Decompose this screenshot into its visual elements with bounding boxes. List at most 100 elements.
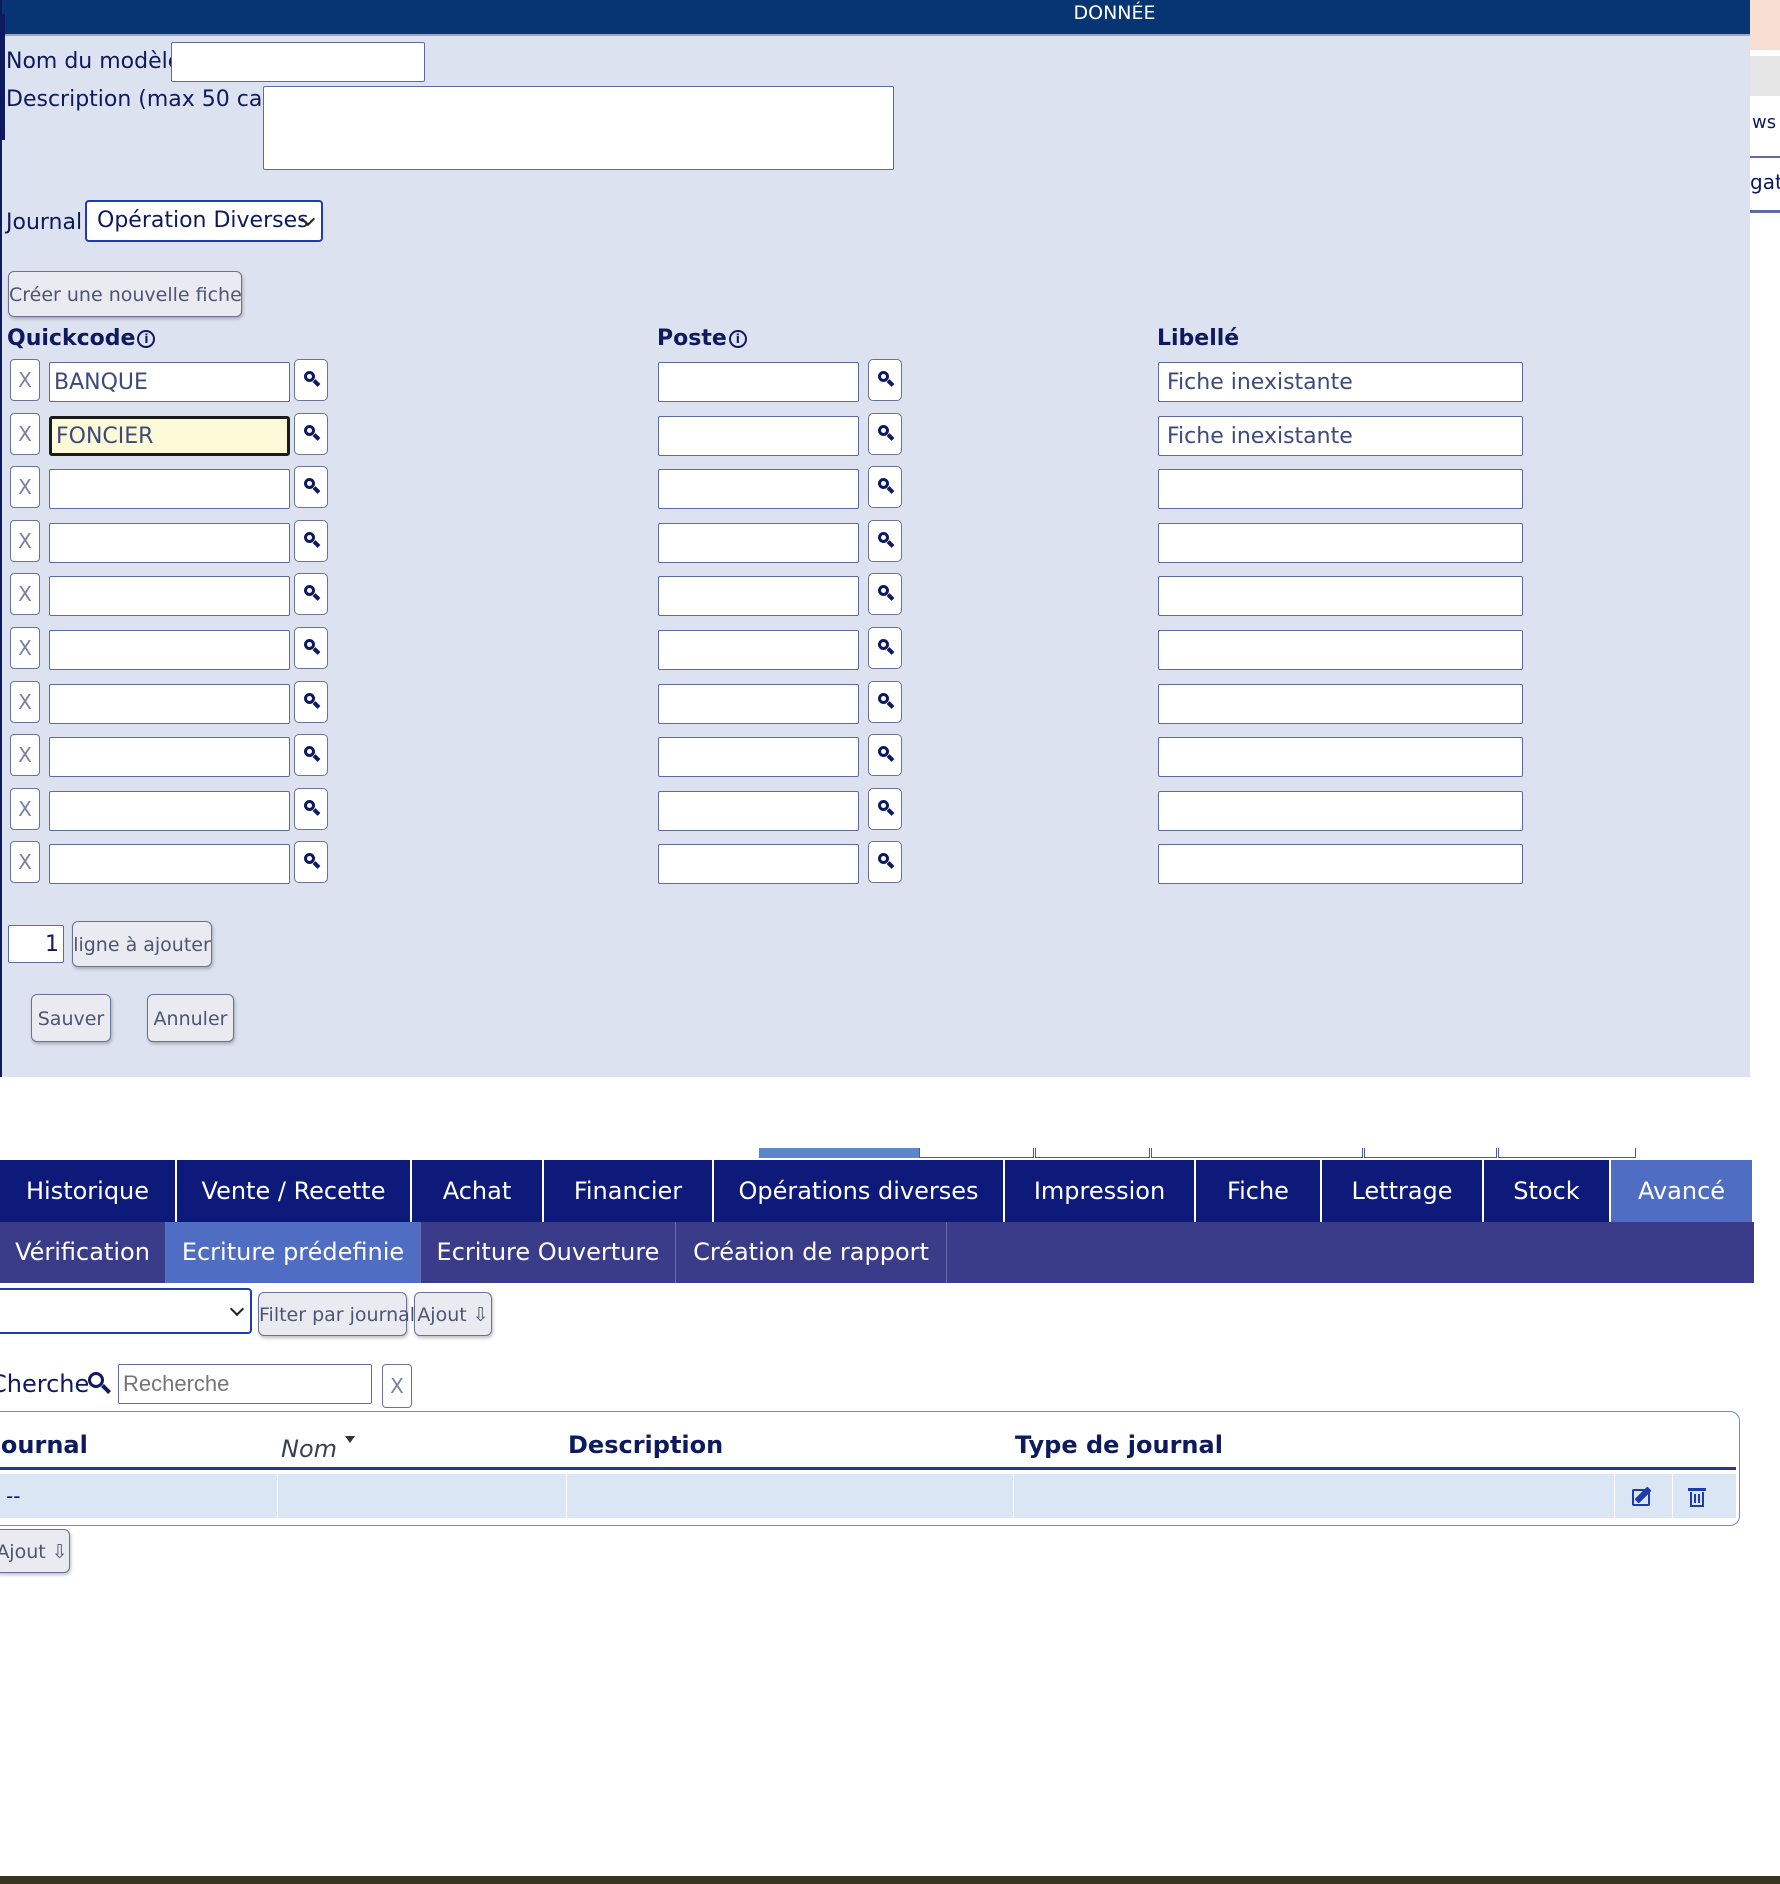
- quickcode-input[interactable]: [49, 630, 290, 670]
- save-button[interactable]: Sauver: [31, 994, 111, 1042]
- quickcode-search-button[interactable]: [294, 788, 328, 830]
- description-textarea[interactable]: [263, 86, 894, 170]
- quickcode-input[interactable]: [49, 844, 290, 884]
- quickcode-input[interactable]: [49, 523, 290, 563]
- clear-row-button[interactable]: X: [10, 788, 40, 830]
- model-name-input[interactable]: [171, 42, 425, 82]
- sub-tab[interactable]: Ecriture Ouverture: [421, 1222, 676, 1283]
- chevron-down-icon: [229, 1301, 245, 1317]
- quickcode-search-button[interactable]: [294, 359, 328, 401]
- poste-input[interactable]: [658, 737, 859, 777]
- search-input[interactable]: [118, 1364, 372, 1404]
- libelle-field: [1158, 416, 1523, 456]
- info-icon[interactable]: i: [137, 330, 156, 348]
- cancel-button[interactable]: Annuler: [147, 994, 234, 1042]
- search-icon: [878, 800, 895, 816]
- quickcode-search-button[interactable]: [294, 520, 328, 562]
- poste-search-button[interactable]: [868, 788, 902, 830]
- journal-select[interactable]: Opération Diverses: [85, 200, 323, 242]
- quickcode-search-button[interactable]: [294, 841, 328, 883]
- main-tab[interactable]: Financier: [544, 1160, 714, 1222]
- add-lines-button[interactable]: ligne à ajouter: [72, 921, 212, 967]
- clear-row-button[interactable]: X: [10, 841, 40, 883]
- quickcode-input[interactable]: [49, 416, 290, 456]
- clear-search-button[interactable]: X: [382, 1364, 412, 1408]
- libelle-field: [1158, 684, 1523, 724]
- poste-search-button[interactable]: [868, 841, 902, 883]
- sub-tab[interactable]: Vérification: [0, 1222, 166, 1283]
- main-tab[interactable]: Opérations diverses: [714, 1160, 1005, 1222]
- clear-row-button[interactable]: X: [10, 466, 40, 508]
- poste-input[interactable]: [658, 844, 859, 884]
- poste-search-button[interactable]: [868, 520, 902, 562]
- info-icon[interactable]: i: [728, 330, 747, 348]
- poste-input[interactable]: [658, 469, 859, 509]
- table-header-description[interactable]: Description: [568, 1431, 723, 1459]
- table-header-journal[interactable]: Journal: [0, 1431, 88, 1459]
- poste-input[interactable]: [658, 523, 859, 563]
- poste-search-button[interactable]: [868, 466, 902, 508]
- main-tab[interactable]: Lettrage: [1322, 1160, 1484, 1222]
- main-tab[interactable]: Avancé: [1611, 1160, 1754, 1222]
- poste-input[interactable]: [658, 684, 859, 724]
- cell-separator: [566, 1474, 567, 1518]
- poste-search-button[interactable]: [868, 627, 902, 669]
- poste-search-button[interactable]: [868, 413, 902, 455]
- quickcode-search-button[interactable]: [294, 573, 328, 615]
- main-tab[interactable]: Vente / Recette: [177, 1160, 412, 1222]
- poste-input[interactable]: [658, 576, 859, 616]
- poste-search-button[interactable]: [868, 681, 902, 723]
- poste-search-button[interactable]: [868, 573, 902, 615]
- filter-by-journal-button[interactable]: Filter par journal: [258, 1292, 415, 1336]
- clear-row-button[interactable]: X: [10, 627, 40, 669]
- main-tab[interactable]: Impression: [1005, 1160, 1196, 1222]
- poste-input[interactable]: [658, 791, 859, 831]
- sub-tab[interactable]: Création de rapport: [676, 1222, 947, 1283]
- quickcode-input[interactable]: [49, 737, 290, 777]
- main-tab[interactable]: Fiche: [1196, 1160, 1322, 1222]
- quickcode-search-button[interactable]: [294, 627, 328, 669]
- quickcode-search-button[interactable]: [294, 681, 328, 723]
- poste-input[interactable]: [658, 416, 859, 456]
- main-tab[interactable]: Historique: [0, 1160, 177, 1222]
- add-button-top[interactable]: Ajout ⇩: [414, 1292, 492, 1336]
- poste-search-button[interactable]: [868, 359, 902, 401]
- clear-row-button[interactable]: X: [10, 359, 40, 401]
- table-header-type[interactable]: Type de journal: [1015, 1431, 1223, 1459]
- clear-row-button[interactable]: X: [10, 681, 40, 723]
- main-tab[interactable]: Stock: [1484, 1160, 1611, 1222]
- poste-input[interactable]: [658, 362, 859, 402]
- journal-filter-select[interactable]: [0, 1288, 252, 1334]
- quickcode-input[interactable]: [49, 469, 290, 509]
- clear-row-button[interactable]: X: [10, 734, 40, 776]
- search-icon: [304, 371, 321, 387]
- lines-to-add-input[interactable]: [8, 925, 64, 963]
- table-row[interactable]: [0, 1474, 1736, 1518]
- cell-separator: [1013, 1474, 1014, 1518]
- quickcode-input[interactable]: [49, 362, 290, 402]
- sort-desc-icon: [345, 1436, 356, 1443]
- background-link-fragment[interactable]: gate: [1750, 170, 1780, 194]
- quickcode-input[interactable]: [49, 791, 290, 831]
- quickcode-input[interactable]: [49, 684, 290, 724]
- clear-row-button[interactable]: X: [10, 520, 40, 562]
- add-button-bottom[interactable]: Ajout ⇩: [0, 1529, 70, 1573]
- create-card-button[interactable]: Créer une nouvelle fiche: [8, 271, 242, 317]
- edit-icon[interactable]: [1632, 1486, 1656, 1506]
- libelle-field: [1158, 362, 1523, 402]
- table-header-nom[interactable]: Nom: [281, 1435, 356, 1463]
- quickcode-search-button[interactable]: [294, 466, 328, 508]
- cell-separator: [1614, 1474, 1615, 1518]
- quickcode-search-button[interactable]: [294, 734, 328, 776]
- main-tab[interactable]: Achat: [412, 1160, 544, 1222]
- search-icon: [304, 639, 321, 655]
- poste-input[interactable]: [658, 630, 859, 670]
- clear-row-button[interactable]: X: [10, 413, 40, 455]
- clear-row-button[interactable]: X: [10, 573, 40, 615]
- poste-search-button[interactable]: [868, 734, 902, 776]
- quickcode-search-button[interactable]: [294, 413, 328, 455]
- quickcode-input[interactable]: [49, 576, 290, 616]
- sub-tab[interactable]: Ecriture prédefinie: [166, 1222, 421, 1283]
- search-icon: [878, 693, 895, 709]
- trash-icon[interactable]: [1688, 1486, 1706, 1508]
